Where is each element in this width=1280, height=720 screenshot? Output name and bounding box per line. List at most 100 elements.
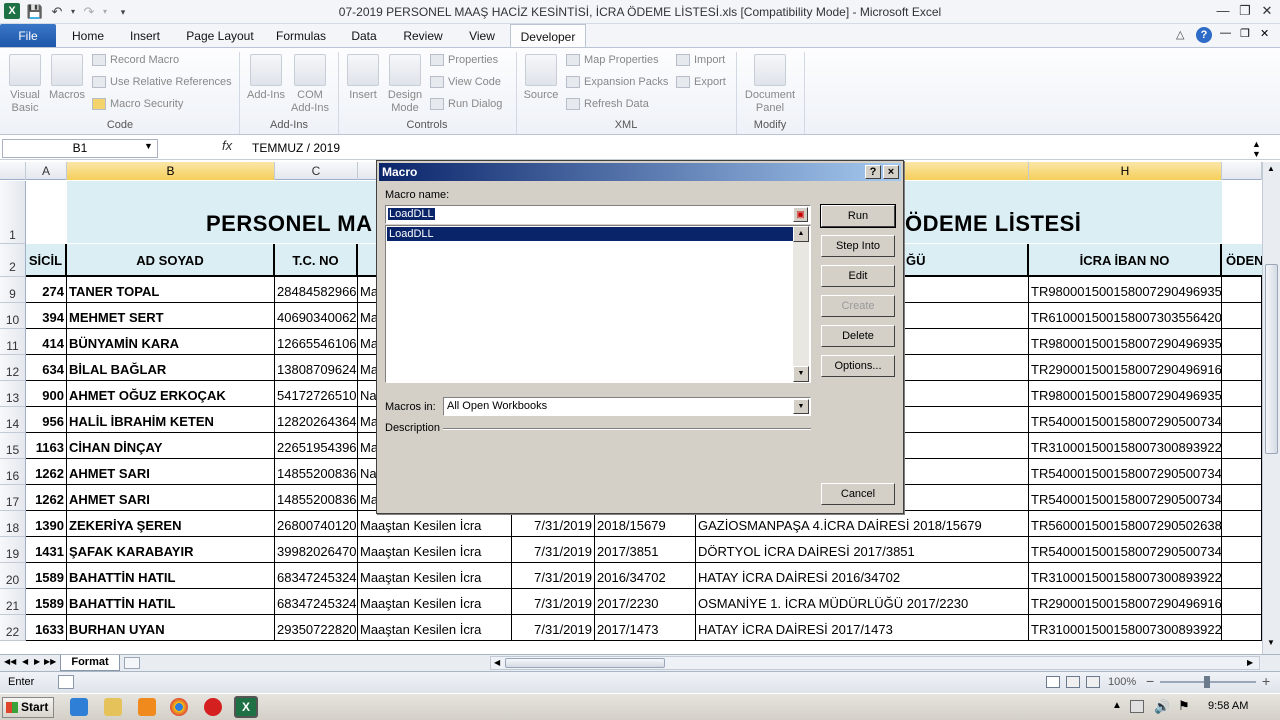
cell-tc-no[interactable]: 68347245324: [275, 589, 358, 615]
scroll-left-icon[interactable]: ◀: [494, 658, 500, 667]
relative-references-button[interactable]: Use Relative References: [92, 72, 232, 92]
save-icon[interactable]: 💾: [26, 3, 44, 21]
cell-kesinti[interactable]: Maaştan Kesilen İcra: [358, 615, 512, 641]
name-box[interactable]: B1: [2, 139, 158, 158]
cell-sicil[interactable]: 1431: [26, 537, 67, 563]
cell-ad-soyad[interactable]: AHMET SARI: [67, 485, 275, 511]
next-sheet-icon[interactable]: ▶: [34, 657, 40, 666]
cell-ad-soyad[interactable]: BAHATTİN HATIL: [67, 563, 275, 589]
select-all-corner[interactable]: [0, 162, 26, 180]
run-dialog-button[interactable]: Run Dialog: [430, 94, 502, 114]
vertical-scrollbar[interactable]: ▲ ▼: [1262, 162, 1280, 654]
header-odeme[interactable]: ÖDEN: [1222, 244, 1262, 277]
cell-icra-dairesi[interactable]: DÖRTYOL İCRA DAİRESİ 2017/3851: [696, 537, 1029, 563]
insert-control-button[interactable]: Insert: [342, 54, 384, 102]
zoom-slider[interactable]: [1160, 676, 1256, 688]
cell-iban[interactable]: TR310001500158007300893922: [1029, 615, 1222, 641]
tab-data[interactable]: Data: [340, 24, 388, 48]
cell-iban[interactable]: TR980001500158007290496935: [1029, 381, 1222, 407]
cell-odeme[interactable]: [1222, 459, 1262, 485]
cell-tc-no[interactable]: 68347245324: [275, 563, 358, 589]
tab-insert[interactable]: Insert: [118, 24, 172, 48]
cell-icra-dairesi[interactable]: HATAY İCRA DAİRESİ 2017/1473: [696, 615, 1029, 641]
cell-tc-no[interactable]: 14855200836: [275, 485, 358, 511]
cell-ad-soyad[interactable]: ŞAFAK KARABAYIR: [67, 537, 275, 563]
tray-arrow-icon[interactable]: ▲: [1112, 700, 1122, 711]
document-panel-button[interactable]: Document Panel: [740, 54, 800, 115]
cell-ad-soyad[interactable]: BAHATTİN HATIL: [67, 589, 275, 615]
tab-review[interactable]: Review: [394, 24, 452, 48]
step-into-button[interactable]: Step Into: [821, 235, 895, 257]
cell-odeme[interactable]: [1222, 511, 1262, 537]
last-sheet-icon[interactable]: ▶▶: [44, 657, 56, 666]
doc-minimize-icon[interactable]: —: [1220, 27, 1231, 39]
macros-button[interactable]: Macros: [46, 54, 88, 102]
tray-volume-icon[interactable]: 🔊: [1154, 699, 1170, 715]
cell-tc-no[interactable]: 29350722820: [275, 615, 358, 641]
close-icon[interactable]: ✕: [1256, 2, 1278, 20]
tab-home[interactable]: Home: [62, 24, 114, 48]
redo-dropdown-icon[interactable]: ▾: [96, 3, 114, 21]
refresh-data-button[interactable]: Refresh Data: [566, 94, 649, 114]
cell-iban[interactable]: TR560001500158007290502638: [1029, 511, 1222, 537]
cell-tc-no[interactable]: 54172726510: [275, 381, 358, 407]
sheet-tab-format[interactable]: Format: [60, 655, 120, 671]
expansion-packs-button[interactable]: Expansion Packs: [566, 72, 668, 92]
cell-tc-no[interactable]: 14855200836: [275, 459, 358, 485]
cell-tc-no[interactable]: 40690340062: [275, 303, 358, 329]
excel-icon[interactable]: X: [4, 3, 20, 19]
cell-tc-no[interactable]: 12665546106: [275, 329, 358, 355]
cell-sicil[interactable]: 634: [26, 355, 67, 381]
prev-sheet-icon[interactable]: ◀: [22, 657, 28, 666]
tab-formulas[interactable]: Formulas: [268, 24, 334, 48]
cell-sicil[interactable]: 1262: [26, 485, 67, 511]
cell-odeme[interactable]: [1222, 355, 1262, 381]
import-button[interactable]: Import: [676, 50, 725, 70]
clock[interactable]: 9:58 AM: [1208, 700, 1248, 712]
record-macro-button[interactable]: Record Macro: [92, 50, 179, 70]
cell-odeme[interactable]: [1222, 381, 1262, 407]
header-sicil[interactable]: SİCİL: [26, 244, 67, 277]
cell-iban[interactable]: TR310001500158007300893922: [1029, 433, 1222, 459]
cell-odeme[interactable]: [1222, 563, 1262, 589]
row-header[interactable]: 2: [0, 244, 26, 277]
cell-iban[interactable]: TR290001500158007290496916: [1029, 355, 1222, 381]
cell-iban[interactable]: TR540001500158007290500734: [1029, 407, 1222, 433]
customize-qat-icon[interactable]: ▾: [114, 3, 132, 21]
cell-sicil[interactable]: 414: [26, 329, 67, 355]
start-button[interactable]: Start: [2, 697, 54, 718]
horizontal-scrollbar[interactable]: ◀ ▶: [490, 656, 1260, 670]
cell-sicil[interactable]: 956: [26, 407, 67, 433]
macro-list[interactable]: LoadDLL ▲ ▼: [385, 225, 811, 383]
list-scroll-down-icon[interactable]: ▼: [793, 366, 809, 382]
column-header[interactable]: H: [1029, 162, 1222, 180]
tab-file[interactable]: File: [0, 24, 56, 48]
cell-tarih[interactable]: 7/31/2019: [512, 537, 595, 563]
help-icon[interactable]: ?: [1196, 27, 1212, 43]
page-layout-view-icon[interactable]: [1066, 676, 1080, 688]
cell-sicil[interactable]: 1589: [26, 589, 67, 615]
tab-developer[interactable]: Developer: [510, 24, 586, 48]
cell-ad-soyad[interactable]: BİLAL BAĞLAR: [67, 355, 275, 381]
cell-dosya-no[interactable]: 2018/15679: [595, 511, 696, 537]
edit-button[interactable]: Edit: [821, 265, 895, 287]
design-mode-button[interactable]: Design Mode: [384, 54, 426, 115]
page-break-view-icon[interactable]: [1086, 676, 1100, 688]
visual-basic-button[interactable]: Visual Basic: [4, 54, 46, 115]
name-box-dropdown-icon[interactable]: ▼: [144, 141, 153, 151]
formula-expand-icon[interactable]: ▲ ▼: [1252, 139, 1261, 159]
cell-ad-soyad[interactable]: BURHAN UYAN: [67, 615, 275, 641]
cell-kesinti[interactable]: Maaştan Kesilen İcra: [358, 537, 512, 563]
map-properties-button[interactable]: Map Properties: [566, 50, 659, 70]
properties-button[interactable]: Properties: [430, 50, 498, 70]
cell-icra-dairesi[interactable]: HATAY İCRA DAİRESİ 2016/34702: [696, 563, 1029, 589]
column-header[interactable]: I: [1222, 162, 1262, 180]
run-button[interactable]: Run: [820, 204, 896, 228]
create-button[interactable]: Create: [821, 295, 895, 317]
dialog-close-button[interactable]: ×: [883, 165, 899, 179]
cell-tc-no[interactable]: 12820264364: [275, 407, 358, 433]
cell-ad-soyad[interactable]: ZEKERİYA ŞEREN: [67, 511, 275, 537]
cell-odeme[interactable]: [1222, 329, 1262, 355]
h-scroll-thumb[interactable]: [505, 658, 665, 668]
zoom-in-icon[interactable]: +: [1262, 673, 1270, 689]
